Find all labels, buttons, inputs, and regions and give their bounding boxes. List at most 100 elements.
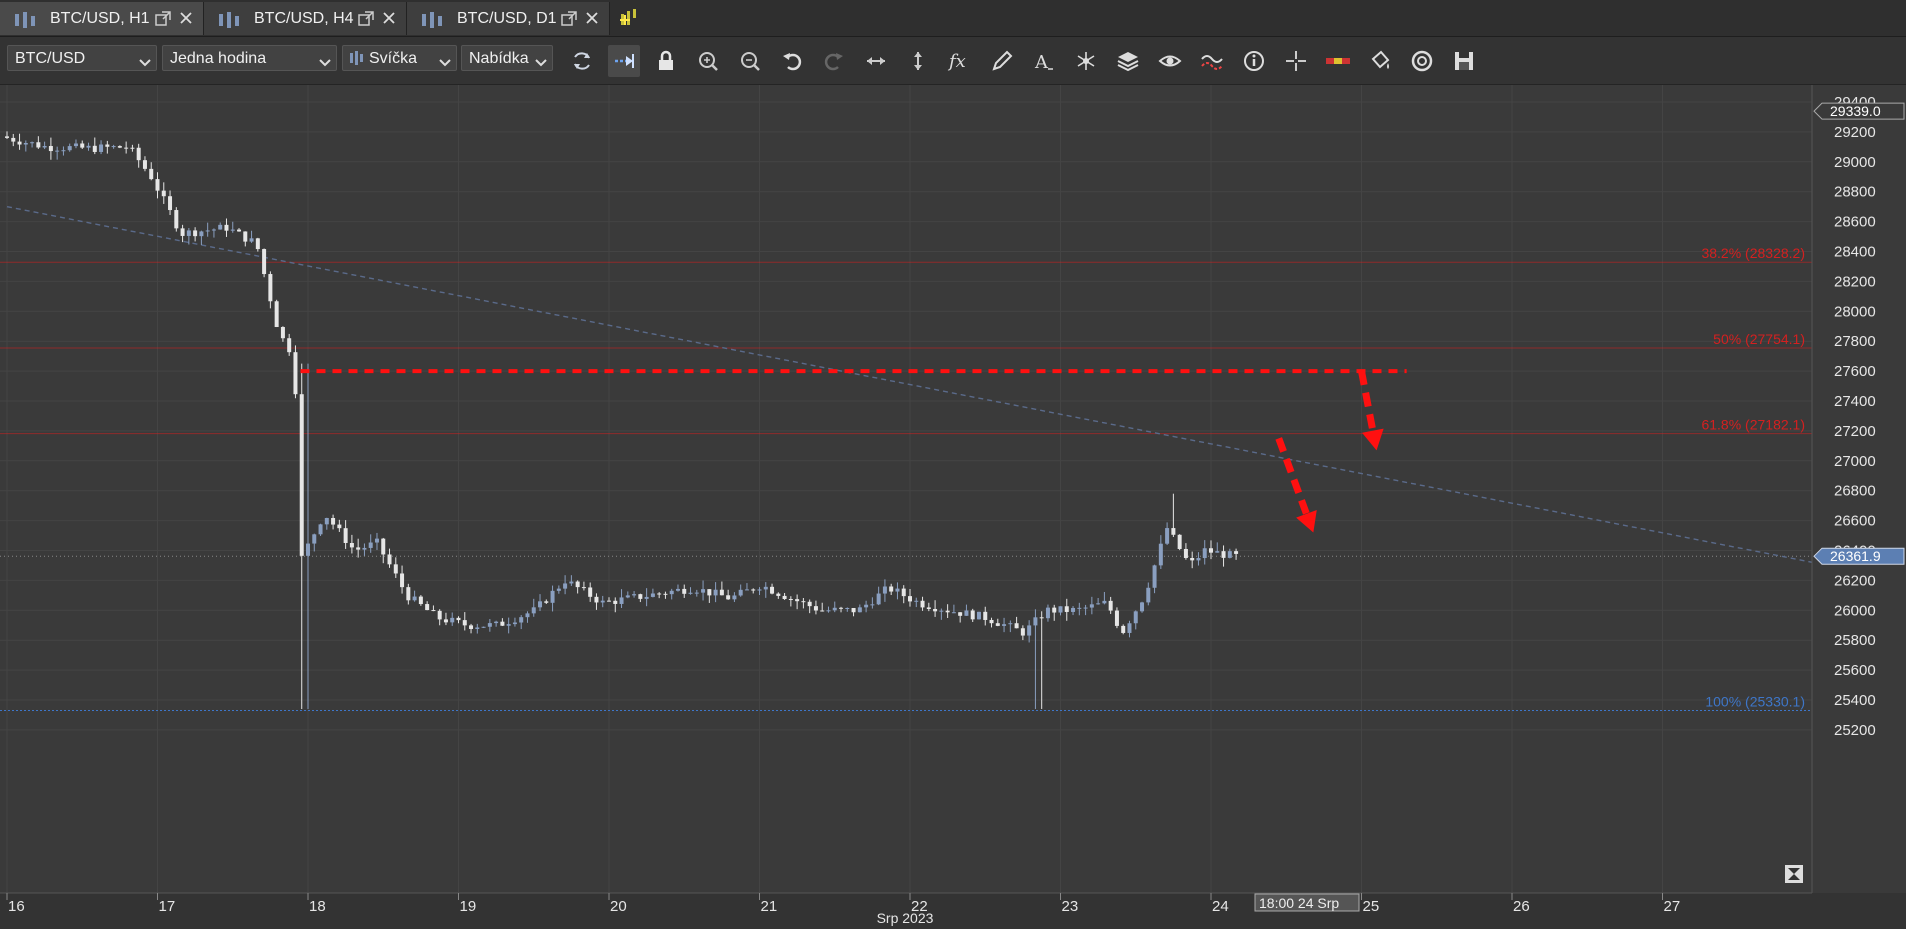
tab-btc-usd-h1[interactable]: BTC/USD, H1 (0, 2, 204, 35)
candle-body (1227, 551, 1232, 558)
price-tick-label: 26000 (1834, 602, 1876, 619)
save-icon[interactable] (1448, 45, 1480, 77)
price-chart[interactable]: 38.2% (28328.2) 50% (27754.1) 61.8% (27182… (0, 85, 1906, 929)
candle-body (506, 624, 511, 626)
theme-circle-icon[interactable] (1406, 45, 1438, 77)
candle-body (538, 601, 543, 608)
quote-bar-icon[interactable] (1322, 45, 1354, 77)
candle-body (782, 595, 787, 600)
candle-body (701, 589, 706, 593)
candle-body (964, 610, 969, 616)
candle-body (939, 610, 944, 612)
zoom-in-icon[interactable] (692, 45, 724, 77)
candle-body (142, 160, 147, 169)
zoom-out-icon[interactable] (734, 45, 766, 77)
time-tick-label: 16 (8, 898, 25, 915)
tab-btc-usd-d1[interactable]: BTC/USD, D1 (407, 2, 610, 35)
period-select[interactable]: Jedna hodina (162, 45, 337, 71)
candle-body (324, 517, 329, 525)
candle-body (958, 612, 963, 616)
chart-canvas[interactable]: 38.2% (28328.2) 50% (27754.1) 61.8% (27182… (0, 85, 1906, 929)
eye-icon[interactable] (1154, 45, 1186, 77)
chevron-down-icon (535, 54, 547, 72)
candle-body (149, 168, 154, 180)
indicators-fx-icon[interactable]: fx (944, 45, 976, 77)
candle-body (425, 604, 430, 611)
price-tick-label: 27800 (1834, 333, 1876, 350)
candle-body (224, 224, 229, 231)
candle-body (1052, 607, 1057, 613)
candle-body (462, 620, 467, 626)
candle-body (1014, 623, 1019, 629)
redo-icon[interactable] (818, 45, 850, 77)
candle-body (751, 589, 756, 591)
time-tick-label: 19 (460, 898, 477, 915)
chart-type-select[interactable]: Svíčka (342, 45, 457, 71)
candle-body (180, 228, 185, 236)
candle-body (813, 606, 818, 611)
candle-body (1033, 617, 1038, 626)
pencil-icon[interactable] (986, 45, 1018, 77)
candle-body (581, 587, 586, 589)
close-icon[interactable] (179, 11, 193, 30)
price-tick-label: 29000 (1834, 154, 1876, 171)
candle-body (1234, 551, 1239, 554)
candle-body (1221, 551, 1226, 558)
candle-body (36, 142, 41, 148)
candle-body (1008, 623, 1013, 625)
candle-body (1039, 617, 1044, 619)
autoscroll-icon[interactable] (608, 45, 640, 77)
candle-body (418, 596, 423, 605)
candle-body (1002, 624, 1007, 626)
pattern-tool-icon[interactable] (1070, 45, 1102, 77)
text-tool-icon[interactable]: A (1028, 45, 1060, 77)
popout-icon[interactable] (155, 11, 171, 32)
popout-icon[interactable] (561, 11, 577, 32)
popout-icon[interactable] (358, 11, 374, 32)
candle-body (619, 597, 624, 604)
refresh-icon[interactable] (566, 45, 598, 77)
candle-body (845, 607, 850, 609)
candle-body (1215, 551, 1220, 553)
candle-body (707, 589, 712, 596)
time-tick-label: 26 (1513, 898, 1530, 915)
candle-body (168, 196, 173, 211)
candle-body (30, 142, 35, 144)
candle-body (80, 143, 85, 148)
candle-body (456, 617, 461, 621)
candle-body (99, 144, 104, 152)
crosshair-icon[interactable] (1280, 45, 1312, 77)
info-icon[interactable] (1238, 45, 1270, 77)
candle-body (249, 238, 254, 242)
candle-body (1171, 528, 1176, 535)
vertical-resize-icon[interactable] (902, 45, 934, 77)
tab-btc-usd-h4[interactable]: BTC/USD, H4 (204, 2, 407, 35)
candle-body (983, 611, 988, 620)
candle-body (331, 517, 336, 525)
price-side-select[interactable]: Nabídka (461, 45, 553, 71)
undo-icon[interactable] (776, 45, 808, 77)
horizontal-resize-icon[interactable] (860, 45, 892, 77)
candle-body (669, 590, 674, 595)
candle-body (450, 617, 455, 623)
candle-body (161, 190, 166, 197)
price-tick-label: 25200 (1834, 722, 1876, 739)
layers-icon[interactable] (1112, 45, 1144, 77)
price-tick-label: 28600 (1834, 214, 1876, 231)
hourglass-icon[interactable] (1785, 865, 1803, 883)
candle-body (951, 612, 956, 614)
candle-body (788, 599, 793, 601)
candle-body (644, 596, 649, 599)
new-chart-tab-icon[interactable] (618, 6, 640, 33)
candle-body (23, 142, 28, 145)
instrument-select[interactable]: BTC/USD (7, 45, 157, 71)
candle-body (1114, 610, 1119, 626)
price-tag-label: 29339.0 (1830, 103, 1881, 119)
lock-icon[interactable] (650, 45, 682, 77)
paint-bucket-icon[interactable] (1364, 45, 1396, 77)
candle-body (487, 623, 492, 627)
close-icon[interactable] (382, 11, 396, 30)
candle-body (914, 600, 919, 602)
wave-indicator-icon[interactable] (1196, 45, 1228, 77)
close-icon[interactable] (585, 11, 599, 30)
